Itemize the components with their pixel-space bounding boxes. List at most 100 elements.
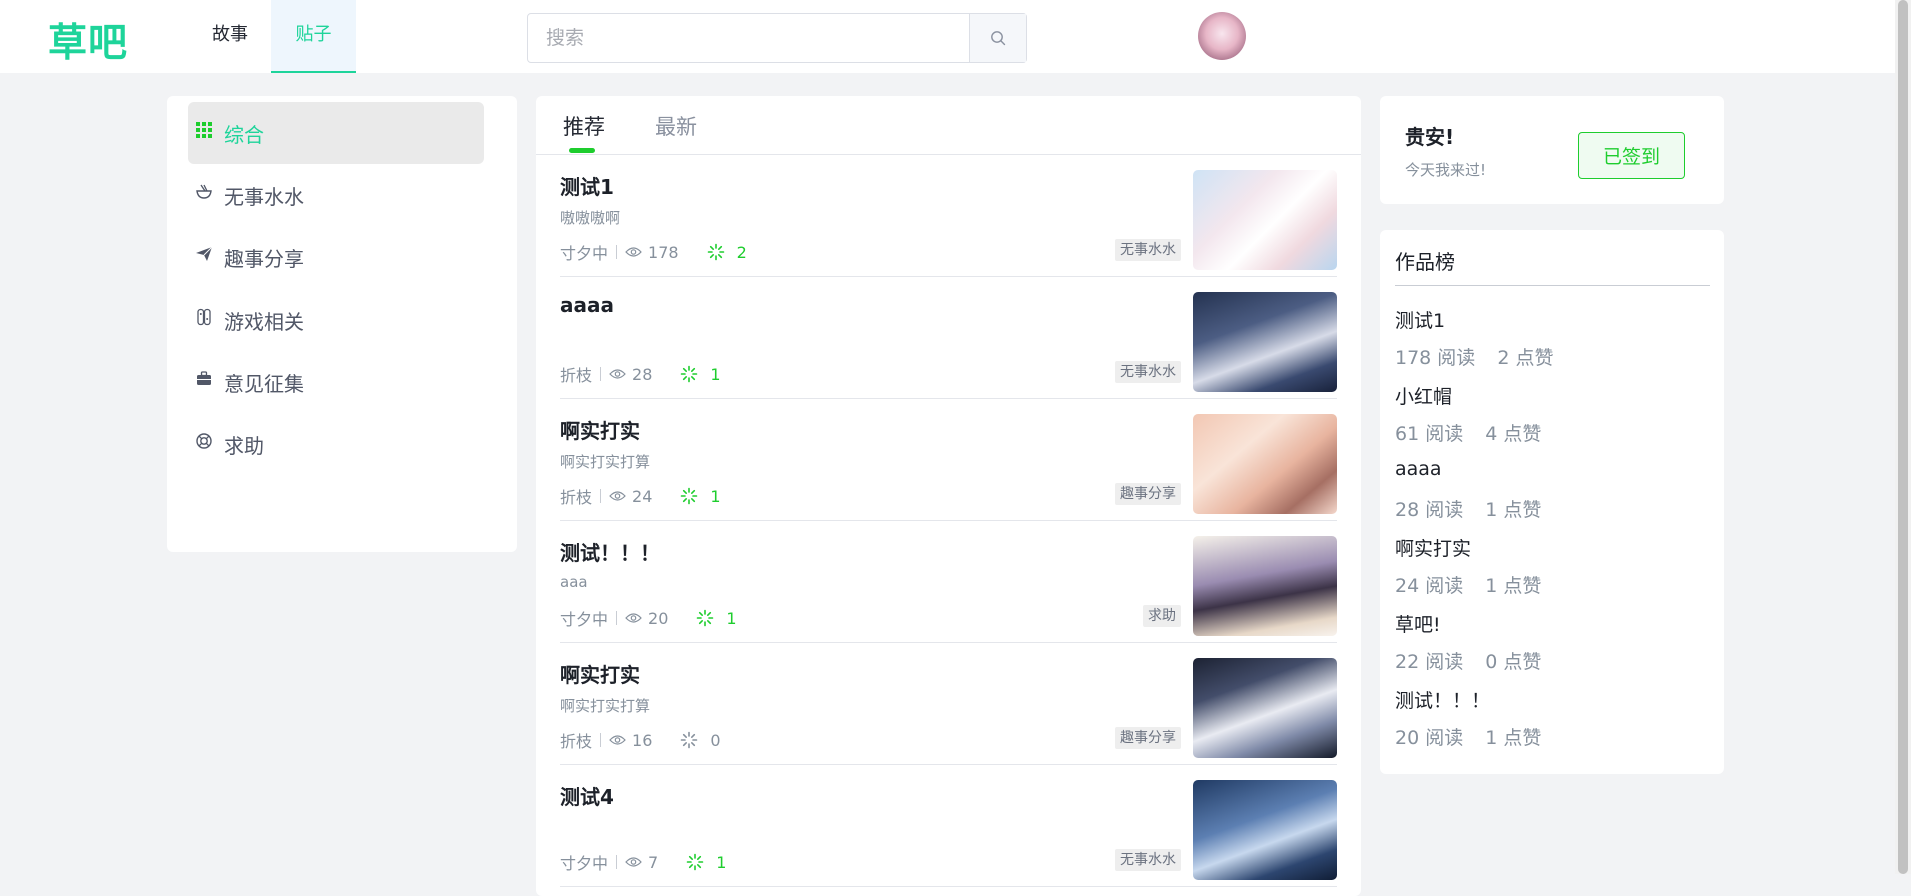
- post-thumbnail[interactable]: [1193, 170, 1337, 270]
- post-author[interactable]: 折枝: [560, 728, 592, 752]
- ranking-item-title[interactable]: 草吧!: [1395, 610, 1441, 637]
- ranking-item[interactable]: 测试1 178 阅读 2 点赞: [1395, 306, 1710, 382]
- post-item[interactable]: 测试1 嗷嗷嗷啊 寸夕中 178 2 无事水水: [560, 155, 1337, 277]
- ranking-likes: 2 点赞: [1497, 347, 1554, 369]
- search-input[interactable]: [528, 14, 969, 62]
- lifebuoy-icon: [196, 433, 212, 449]
- post-summary: 啊实打实打算: [560, 697, 651, 715]
- post-item[interactable]: aaaa 折枝 28 1 无事水水: [560, 277, 1337, 399]
- site-logo[interactable]: 草吧: [48, 12, 128, 68]
- sidebar-item-chitchat[interactable]: 无事水水: [188, 164, 484, 226]
- checkin-card: 贵安! 今天我来过! 已签到: [1380, 96, 1724, 204]
- ranking-item-title[interactable]: 啊实打实: [1395, 534, 1471, 561]
- post-thumbnail[interactable]: [1193, 658, 1337, 758]
- user-avatar[interactable]: [1198, 12, 1246, 60]
- sidebar-item-games[interactable]: 游戏相关: [188, 289, 484, 351]
- meta-divider: [616, 611, 618, 625]
- meta-divider: [600, 733, 602, 747]
- post-category-tag[interactable]: 求助: [1143, 605, 1181, 627]
- sidebar-item-feedback[interactable]: 意见征集: [188, 351, 484, 413]
- ranking-likes: 1 点赞: [1485, 575, 1542, 597]
- ranking-item[interactable]: 啊实打实 24 阅读 1 点赞: [1395, 534, 1710, 610]
- tab-recommended[interactable]: 推荐: [563, 111, 605, 141]
- post-title[interactable]: aaaa: [560, 293, 614, 317]
- greeting-title: 贵安!: [1405, 125, 1455, 149]
- ranking-item-title[interactable]: aaaa: [1395, 458, 1442, 480]
- nav-story[interactable]: 故事: [199, 0, 261, 73]
- post-feed: 推荐 最新 测试1 嗷嗷嗷啊 寸夕中 178 2 无事水水 aaaa 折枝 28…: [536, 96, 1361, 896]
- eye-icon: [625, 857, 642, 867]
- sidebar-item-label: 游戏相关: [224, 310, 304, 334]
- like-icon[interactable]: [680, 487, 698, 505]
- meta-divider: [616, 855, 618, 869]
- ranking-item[interactable]: 小红帽 61 阅读 4 点赞: [1395, 382, 1710, 458]
- search-box: [527, 13, 1027, 63]
- ranking-item-stats: 24 阅读 1 点赞: [1395, 571, 1541, 598]
- post-category-tag[interactable]: 无事水水: [1115, 239, 1181, 261]
- post-author[interactable]: 寸夕中: [560, 240, 608, 264]
- like-icon[interactable]: [707, 243, 725, 261]
- sidebar-item-label: 无事水水: [224, 185, 304, 209]
- post-category-tag[interactable]: 趣事分享: [1115, 727, 1181, 749]
- post-author[interactable]: 寸夕中: [560, 850, 608, 874]
- post-author[interactable]: 折枝: [560, 362, 592, 386]
- post-thumbnail[interactable]: [1193, 414, 1337, 514]
- like-icon[interactable]: [686, 853, 704, 871]
- post-view-count: 178: [648, 242, 679, 262]
- post-category-tag[interactable]: 无事水水: [1115, 849, 1181, 871]
- ranking-item[interactable]: aaaa 28 阅读 1 点赞: [1395, 458, 1710, 534]
- eye-icon: [625, 613, 642, 623]
- post-item[interactable]: 测试！！！ aaa 寸夕中 20 1 求助: [560, 521, 1337, 643]
- post-like-count: 1: [726, 608, 737, 628]
- post-title[interactable]: 测试1: [560, 171, 614, 200]
- like-icon[interactable]: [680, 365, 698, 383]
- works-ranking-card: 作品榜 测试1 178 阅读 2 点赞 小红帽 61 阅读 4 点赞 aaaa 28…: [1380, 230, 1724, 774]
- post-category-tag[interactable]: 无事水水: [1115, 361, 1181, 383]
- ranking-item-title[interactable]: 小红帽: [1395, 382, 1452, 409]
- ranking-title: 作品榜: [1395, 246, 1710, 286]
- nav-posts[interactable]: 贴子: [271, 0, 356, 73]
- ranking-item-title[interactable]: 测试1: [1395, 306, 1445, 333]
- post-meta: 寸夕中 20 1: [560, 606, 737, 630]
- post-title[interactable]: 测试！！！: [560, 537, 660, 566]
- sidebar-item-help[interactable]: 求助: [188, 413, 484, 475]
- ranking-item[interactable]: 测试！！！ 20 阅读 1 点赞: [1395, 686, 1710, 762]
- ranking-reads: 61 阅读: [1395, 423, 1464, 445]
- like-icon[interactable]: [696, 609, 714, 627]
- post-thumbnail[interactable]: [1193, 292, 1337, 392]
- post-view-count: 20: [648, 608, 669, 628]
- post-author[interactable]: 寸夕中: [560, 606, 608, 630]
- post-title[interactable]: 测试4: [560, 781, 614, 810]
- post-thumbnail[interactable]: [1193, 780, 1337, 880]
- post-title[interactable]: 啊实打实: [560, 415, 640, 444]
- post-author[interactable]: 折枝: [560, 484, 592, 508]
- post-item[interactable]: 测试4 寸夕中 7 1 无事水水: [560, 765, 1337, 887]
- ranking-item-stats: 28 阅读 1 点赞: [1395, 495, 1541, 522]
- tab-latest[interactable]: 最新: [655, 111, 697, 141]
- checkin-button[interactable]: 已签到: [1578, 132, 1685, 179]
- ranking-likes: 1 点赞: [1485, 499, 1542, 521]
- post-view-count: 28: [632, 364, 653, 384]
- post-title[interactable]: 啊实打实: [560, 659, 640, 688]
- meta-divider: [600, 489, 602, 503]
- ranking-item[interactable]: 草吧! 22 阅读 0 点赞: [1395, 610, 1710, 686]
- post-summary: 嗷嗷嗷啊: [560, 209, 621, 227]
- like-icon[interactable]: [680, 731, 698, 749]
- post-category-tag[interactable]: 趣事分享: [1115, 483, 1181, 505]
- ranking-item-title[interactable]: 测试！！！: [1395, 686, 1490, 713]
- ranking-reads: 22 阅读: [1395, 651, 1464, 673]
- page-scrollbar[interactable]: [1895, 0, 1911, 874]
- post-item[interactable]: 啊实打实 啊实打实打算 折枝 16 0 趣事分享: [560, 643, 1337, 765]
- search-button[interactable]: [969, 14, 1026, 62]
- scrollbar-thumb[interactable]: [1898, 0, 1908, 874]
- ranking-reads: 178 阅读: [1395, 347, 1476, 369]
- post-thumbnail[interactable]: [1193, 536, 1337, 636]
- sidebar-item-label: 意见征集: [224, 372, 304, 396]
- post-like-count: 1: [710, 364, 721, 384]
- post-meta: 寸夕中 178 2: [560, 240, 747, 264]
- feed-tabs: 推荐 最新: [536, 96, 1361, 155]
- sidebar-item-label: 趣事分享: [224, 247, 304, 271]
- post-item[interactable]: 啊实打实 啊实打实打算 折枝 24 1 趣事分享: [560, 399, 1337, 521]
- sidebar-item-fun-share[interactable]: 趣事分享: [188, 226, 484, 288]
- sidebar-item-all[interactable]: 综合: [188, 102, 484, 164]
